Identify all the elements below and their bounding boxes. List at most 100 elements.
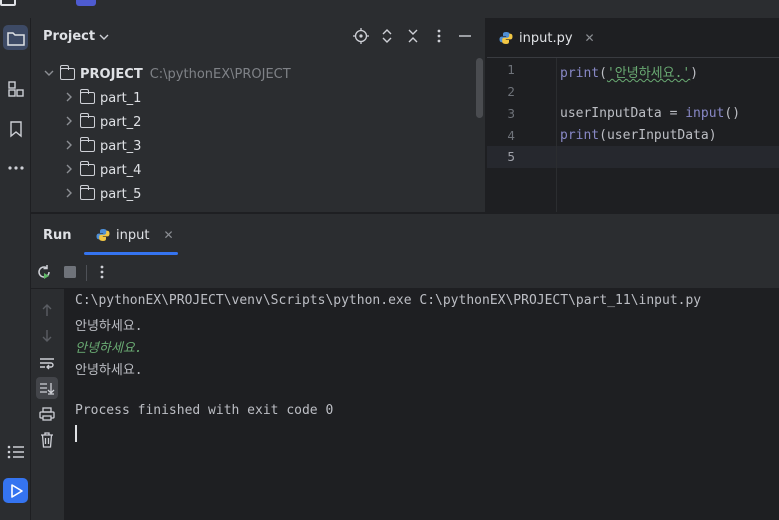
clear-all-button[interactable] (36, 429, 58, 451)
run-play-icon (10, 483, 23, 498)
code-line-3[interactable]: userInputData = input() (560, 106, 740, 121)
close-icon[interactable]: ✕ (585, 31, 595, 45)
python-file-icon (499, 32, 513, 44)
code-token-builtin: print (560, 66, 600, 81)
expand-all-icon[interactable] (379, 28, 395, 44)
line-number-gutter: 1 2 3 4 5 (487, 58, 557, 212)
scroll-to-end-icon (40, 383, 55, 395)
tree-item-label: part_4 (100, 162, 142, 178)
code-line-1[interactable]: print('안녕하세요.') (560, 62, 698, 81)
run-tab-input[interactable]: input ✕ (84, 214, 186, 256)
code-token-paren: ( (599, 66, 607, 81)
tree-item-label: part_2 (100, 114, 142, 130)
chevron-right-icon[interactable] (63, 92, 75, 105)
line-number: 1 (507, 63, 515, 77)
stop-button[interactable] (62, 264, 78, 280)
scroll-down-button[interactable] (36, 325, 58, 347)
folder-icon (79, 113, 95, 128)
chevron-down-icon (99, 34, 109, 40)
code-token-builtin: input (685, 106, 725, 121)
rerun-button[interactable] (36, 264, 52, 280)
tree-root-label: PROJECT (80, 66, 143, 82)
chevron-right-icon[interactable] (63, 164, 75, 177)
print-icon (39, 407, 55, 421)
more-vertical-icon (100, 265, 104, 279)
editor-tab-bar: input.py ✕ (487, 18, 779, 58)
project-panel: Project PROJECT C:\pythonEX\PROJECT part… (31, 18, 486, 212)
run-panel-title: Run (43, 228, 72, 243)
console-user-input-line: 안녕하세요. (75, 341, 143, 356)
tree-item-part-4[interactable]: part_4 (63, 159, 141, 181)
scroll-to-end-button[interactable] (36, 377, 58, 399)
trash-icon (41, 432, 53, 448)
line-number: 2 (507, 85, 515, 99)
arrow-down-icon (42, 330, 52, 342)
code-line-4[interactable]: print(userInputData) (560, 128, 717, 143)
app-logo-icon (0, 0, 16, 6)
chevron-right-icon[interactable] (63, 116, 75, 129)
collapse-all-icon[interactable] (405, 28, 421, 44)
tree-item-part-1[interactable]: part_1 (63, 87, 141, 109)
tree-item-label: part_1 (100, 90, 142, 106)
options-menu-icon[interactable] (431, 28, 447, 44)
run-toolbar (31, 256, 779, 289)
code-token-assignment: userInputData = (560, 106, 686, 121)
more-options-button[interactable] (94, 264, 110, 280)
rerun-icon (38, 265, 50, 279)
folder-icon (79, 89, 95, 104)
project-tool-button[interactable] (3, 25, 28, 50)
services-tool-button[interactable] (3, 439, 28, 464)
project-badge[interactable] (76, 0, 96, 6)
line-number: 4 (507, 129, 515, 143)
structure-tool-button[interactable] (3, 76, 28, 101)
console-output[interactable]: C:\pythonEX\PROJECT\venv\Scripts\python.… (64, 289, 779, 520)
code-token-paren: ) (690, 66, 699, 81)
tree-item-label: part_5 (100, 186, 142, 202)
tree-root-project[interactable]: PROJECT C:\pythonEX\PROJECT (43, 63, 291, 85)
code-editor: input.py ✕ 1 2 3 4 5 print('안녕하세요.') use… (487, 18, 779, 212)
chevron-down-icon[interactable] (43, 69, 55, 80)
chevron-right-icon[interactable] (63, 188, 75, 201)
tree-root-path: C:\pythonEX\PROJECT (149, 66, 291, 82)
locate-icon[interactable] (353, 28, 369, 44)
more-tools-button[interactable] (3, 155, 28, 180)
tree-item-part-3[interactable]: part_3 (63, 135, 141, 157)
scroll-up-button[interactable] (36, 299, 58, 321)
run-tool-button[interactable] (3, 478, 28, 503)
tree-item-part-5[interactable]: part_5 (63, 183, 141, 205)
code-token-paren: () (724, 106, 741, 121)
structure-icon (7, 80, 24, 97)
code-token-builtin: print (560, 128, 600, 143)
chevron-right-icon[interactable] (63, 140, 75, 153)
folder-icon (79, 161, 95, 176)
project-scrollbar[interactable] (476, 58, 483, 118)
python-file-icon (96, 229, 110, 241)
folder-icon (79, 137, 95, 152)
console-exit-message: Process finished with exit code 0 (75, 403, 334, 418)
toolbar-separator (86, 265, 87, 281)
run-tab-label: input (116, 227, 150, 243)
more-dots-icon (7, 165, 24, 170)
print-button[interactable] (36, 403, 58, 425)
line-number: 3 (507, 107, 515, 121)
editor-tab-label: input.py (519, 30, 573, 46)
active-tab-indicator (84, 252, 178, 255)
folder-icon (79, 185, 95, 200)
editor-tab-input-py[interactable]: input.py ✕ (487, 18, 607, 58)
list-icon (7, 445, 24, 458)
soft-wrap-icon (40, 358, 54, 370)
soft-wrap-button[interactable] (36, 352, 58, 374)
hide-panel-icon[interactable] (457, 28, 473, 44)
line-number: 5 (507, 150, 515, 164)
project-panel-title: Project (43, 29, 96, 44)
bookmark-icon (9, 120, 22, 137)
tree-item-label: part_3 (100, 138, 142, 154)
stop-icon (64, 266, 76, 278)
bookmarks-tool-button[interactable] (3, 116, 28, 141)
project-panel-header[interactable]: Project (43, 29, 109, 44)
text-caret (75, 425, 77, 442)
tree-item-part-2[interactable]: part_2 (63, 111, 141, 133)
folder-icon (6, 31, 25, 46)
close-icon[interactable]: ✕ (163, 228, 173, 242)
console-side-toolbar (31, 289, 64, 520)
